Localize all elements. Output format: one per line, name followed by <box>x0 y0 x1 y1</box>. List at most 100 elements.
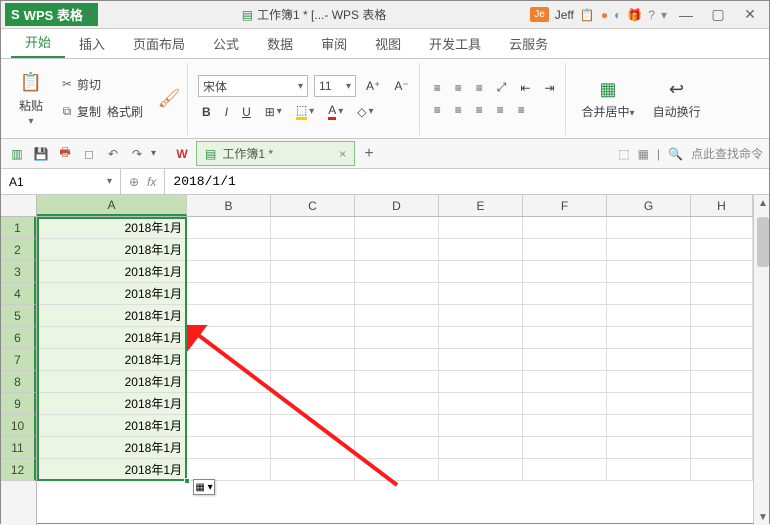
row-header-5[interactable]: 5 <box>1 305 36 327</box>
justify-button[interactable]: ≡ <box>493 101 508 119</box>
row-header-11[interactable]: 11 <box>1 437 36 459</box>
cell-B11[interactable] <box>187 437 271 459</box>
tab-formulas[interactable]: 公式 <box>199 28 253 58</box>
qat-undo-icon[interactable]: ↶ <box>103 144 123 164</box>
cell-B9[interactable] <box>187 393 271 415</box>
increase-font-button[interactable]: A⁺ <box>362 77 384 95</box>
select-all-corner[interactable] <box>1 195 37 217</box>
cloud-icon[interactable]: ◐ <box>614 8 621 22</box>
align-bottom-button[interactable]: ≡ <box>472 79 487 97</box>
cell-D8[interactable] <box>355 371 439 393</box>
cell-B2[interactable] <box>187 239 271 261</box>
cell-A8[interactable]: 2018年1月 <box>37 371 187 393</box>
wps-logo-icon[interactable]: W <box>172 144 192 164</box>
tab-page-layout[interactable]: 页面布局 <box>119 28 199 58</box>
cell-F4[interactable] <box>523 283 607 305</box>
vertical-scrollbar[interactable]: ▲ ▼ <box>753 195 769 525</box>
formula-input[interactable]: 2018/1/1 <box>165 174 769 189</box>
cell-D9[interactable] <box>355 393 439 415</box>
cell-D3[interactable] <box>355 261 439 283</box>
cells[interactable]: 2018年1月2018年1月2018年1月2018年1月2018年1月2018年… <box>37 217 753 525</box>
cell-A11[interactable]: 2018年1月 <box>37 437 187 459</box>
cell-F6[interactable] <box>523 327 607 349</box>
font-size-select[interactable]: 11▾ <box>314 75 356 97</box>
col-header-F[interactable]: F <box>523 195 607 216</box>
cell-H1[interactable] <box>691 217 753 239</box>
italic-button[interactable]: I <box>221 103 232 121</box>
cell-G2[interactable] <box>607 239 691 261</box>
scroll-up-icon[interactable]: ▲ <box>754 195 770 211</box>
cell-C4[interactable] <box>271 283 355 305</box>
cell-C3[interactable] <box>271 261 355 283</box>
cell-D1[interactable] <box>355 217 439 239</box>
name-box[interactable]: A1 ▾ <box>1 169 121 194</box>
cell-A4[interactable]: 2018年1月 <box>37 283 187 305</box>
doc-tab[interactable]: ▤ 工作簿1 * × <box>196 141 355 166</box>
cell-A5[interactable]: 2018年1月 <box>37 305 187 327</box>
cell-G3[interactable] <box>607 261 691 283</box>
tab-home[interactable]: 开始 <box>11 26 65 58</box>
cut-button[interactable]: ✂ 剪切 <box>55 74 151 95</box>
cell-A3[interactable]: 2018年1月 <box>37 261 187 283</box>
cell-G10[interactable] <box>607 415 691 437</box>
doc-add-button[interactable]: + <box>359 144 379 164</box>
col-header-G[interactable]: G <box>607 195 691 216</box>
cell-A9[interactable]: 2018年1月 <box>37 393 187 415</box>
row-header-7[interactable]: 7 <box>1 349 36 371</box>
cell-C1[interactable] <box>271 217 355 239</box>
row-header-1[interactable]: 1 <box>1 217 36 239</box>
col-header-H[interactable]: H <box>691 195 753 216</box>
cell-H3[interactable] <box>691 261 753 283</box>
cell-H4[interactable] <box>691 283 753 305</box>
cell-B12[interactable] <box>187 459 271 481</box>
cell-F5[interactable] <box>523 305 607 327</box>
cell-E1[interactable] <box>439 217 523 239</box>
col-header-C[interactable]: C <box>271 195 355 216</box>
align-center-button[interactable]: ≡ <box>451 101 466 119</box>
align-middle-button[interactable]: ≡ <box>451 79 466 97</box>
cell-B1[interactable] <box>187 217 271 239</box>
row-header-2[interactable]: 2 <box>1 239 36 261</box>
row-header-10[interactable]: 10 <box>1 415 36 437</box>
distribute-button[interactable]: ≡ <box>514 101 529 119</box>
cell-C5[interactable] <box>271 305 355 327</box>
col-header-D[interactable]: D <box>355 195 439 216</box>
orientation-button[interactable]: ⤢ <box>493 78 511 97</box>
decrease-font-button[interactable]: A⁻ <box>390 77 412 95</box>
cell-H6[interactable] <box>691 327 753 349</box>
row-header-12[interactable]: 12 <box>1 459 36 481</box>
cell-C11[interactable] <box>271 437 355 459</box>
cell-E4[interactable] <box>439 283 523 305</box>
increase-indent-button[interactable]: ⇥ <box>540 79 558 97</box>
cell-H12[interactable] <box>691 459 753 481</box>
minimize-button[interactable]: — <box>673 5 699 25</box>
cell-F11[interactable] <box>523 437 607 459</box>
underline-button[interactable]: U <box>238 103 255 121</box>
qat-print-icon[interactable]: 🖶 <box>55 144 75 164</box>
cell-D10[interactable] <box>355 415 439 437</box>
cell-F2[interactable] <box>523 239 607 261</box>
cell-A10[interactable]: 2018年1月 <box>37 415 187 437</box>
align-right-button[interactable]: ≡ <box>472 101 487 119</box>
gift-icon[interactable]: 🎁 <box>627 8 642 22</box>
cell-A7[interactable]: 2018年1月 <box>37 349 187 371</box>
cell-F10[interactable] <box>523 415 607 437</box>
cell-H7[interactable] <box>691 349 753 371</box>
cell-C8[interactable] <box>271 371 355 393</box>
cell-A12[interactable]: 2018年1月 <box>37 459 187 481</box>
cell-H8[interactable] <box>691 371 753 393</box>
row-header-9[interactable]: 9 <box>1 393 36 415</box>
help-icon[interactable]: ? <box>648 8 655 22</box>
cell-G12[interactable] <box>607 459 691 481</box>
tab-developer[interactable]: 开发工具 <box>415 28 495 58</box>
cell-F1[interactable] <box>523 217 607 239</box>
close-button[interactable]: ✕ <box>737 5 763 25</box>
cell-E2[interactable] <box>439 239 523 261</box>
cell-A1[interactable]: 2018年1月 <box>37 217 187 239</box>
cell-D6[interactable] <box>355 327 439 349</box>
fx-label[interactable]: fx <box>147 175 156 189</box>
tab-view[interactable]: 视图 <box>361 28 415 58</box>
cell-G9[interactable] <box>607 393 691 415</box>
tab-cloud[interactable]: 云服务 <box>495 28 562 58</box>
cell-E7[interactable] <box>439 349 523 371</box>
